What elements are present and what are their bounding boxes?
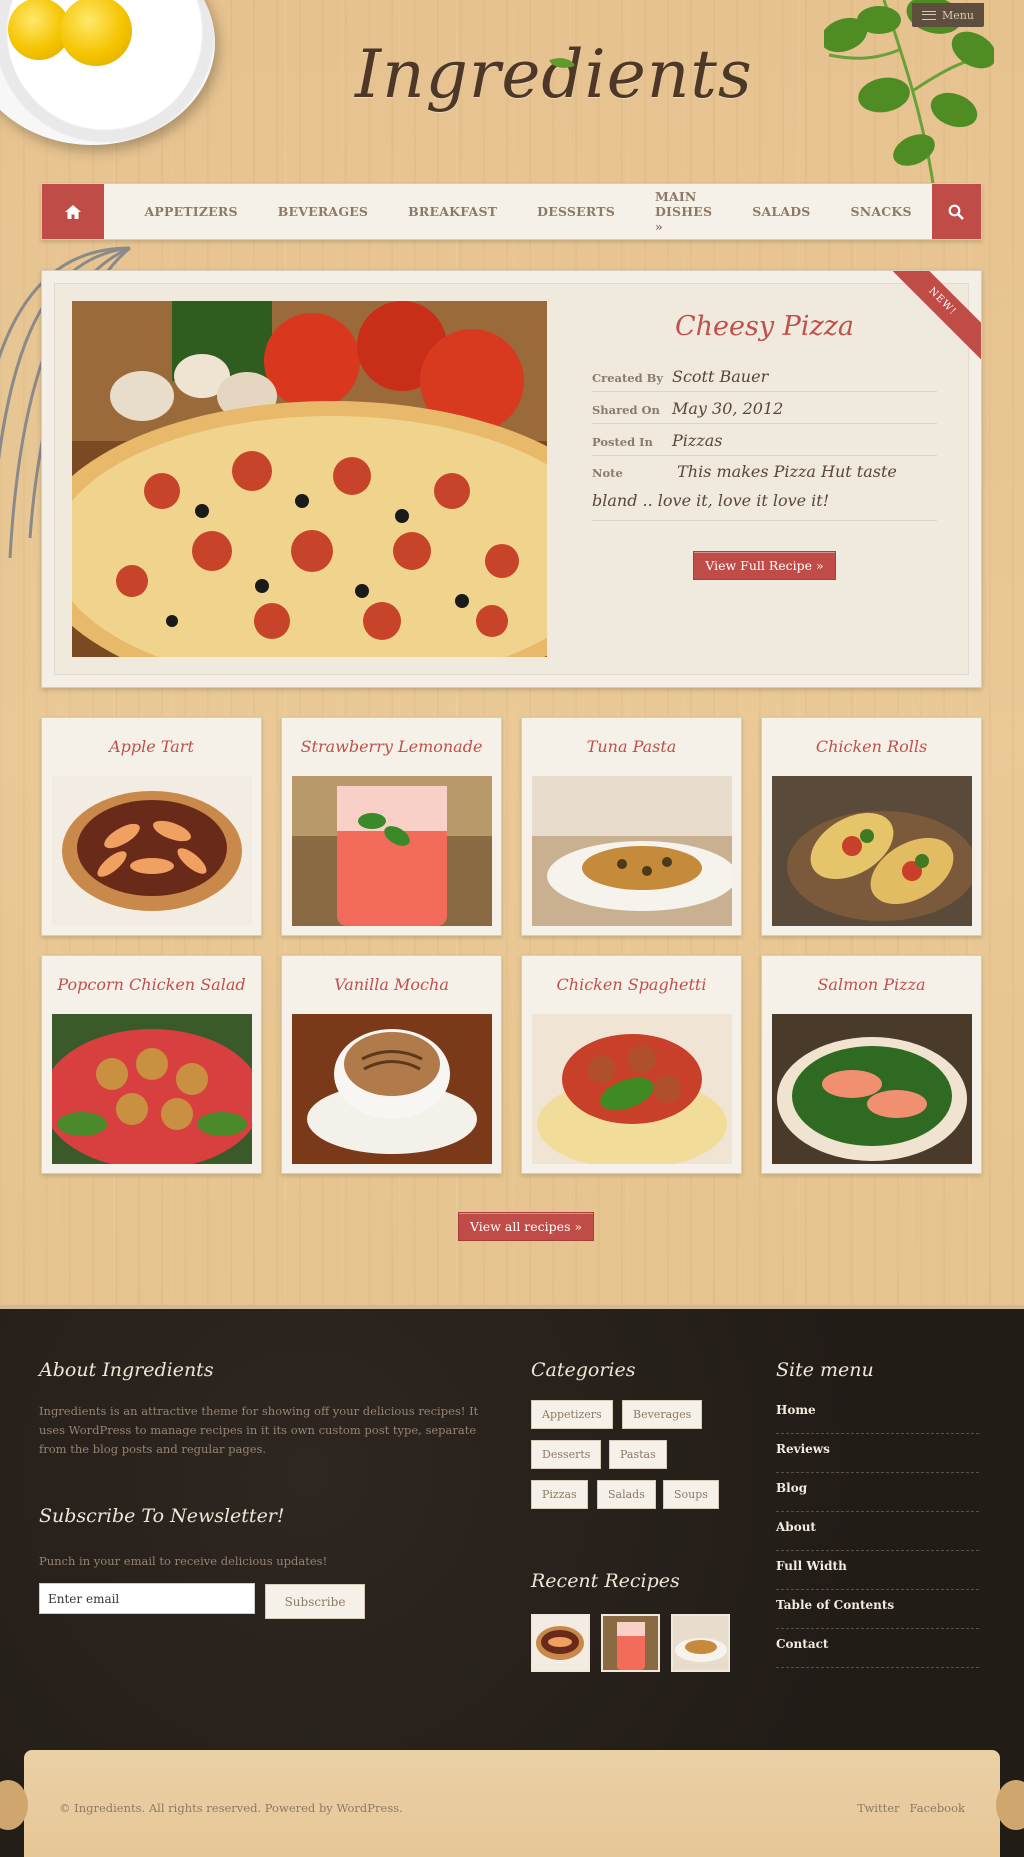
site-logo[interactable]: Ingredients [355,36,753,113]
recipe-card-photo[interactable] [532,1014,732,1164]
recipe-card[interactable]: Salmon Pizza [761,955,982,1174]
recipe-card[interactable]: Apple Tart [41,717,262,936]
nav-item-salads[interactable]: SALADS [732,204,830,219]
recipe-card[interactable]: Chicken Rolls [761,717,982,936]
featured-recipe-photo[interactable] [72,301,547,657]
social-links: Twitter Facebook [857,1801,965,1815]
meta-label: Created By [592,371,664,385]
meta-note: Note This makes Pizza Hut taste bland ..… [592,456,937,521]
site-menu-item-table-of-contents[interactable]: Table of Contents [776,1590,979,1629]
meta-value: Scott Bauer [672,367,769,386]
featured-recipe: NEW! Cheesy Pizza Created By Scott Bauer… [41,270,982,688]
parsley-decoration [824,0,994,190]
recipe-card[interactable]: Vanilla Mocha [281,955,502,1174]
recipe-card-photo[interactable] [292,1014,492,1164]
recipe-card-photo[interactable] [52,776,252,926]
recent-recipe-thumb[interactable] [531,1614,590,1672]
page: Menu Ingredients APPETIZERS BEVERAGES BR… [0,0,1024,1857]
meta-label: Posted In [592,435,653,449]
recipe-card-title[interactable]: Tuna Pasta [522,737,741,759]
recipe-card-photo[interactable] [532,776,732,926]
meta-shared-on: Shared On May 30, 2012 [592,392,937,424]
about-heading: About Ingredients [39,1359,214,1381]
menu-toggle-label: Menu [942,8,974,22]
nav-item-desserts[interactable]: DESSERTS [517,204,635,219]
meta-created-by: Created By Scott Bauer [592,360,937,392]
bottom-bar: © Ingredients. All rights reserved. Powe… [0,1750,1024,1857]
view-full-recipe-button[interactable]: View Full Recipe » [693,551,836,580]
copyright: © Ingredients. All rights reserved. Powe… [59,1801,403,1815]
site-menu-item-blog[interactable]: Blog [776,1473,979,1512]
category-tag[interactable]: Soups [663,1480,719,1509]
menu-toggle-button[interactable]: Menu [912,3,984,27]
nav-item-snacks[interactable]: SNACKS [831,204,932,219]
recipe-card-photo[interactable] [292,776,492,926]
site-menu-item-about[interactable]: About [776,1512,979,1551]
recipe-card-title[interactable]: Chicken Spaghetti [522,975,741,997]
recipe-card-title[interactable]: Chicken Rolls [762,737,981,759]
hamburger-icon [922,10,937,20]
view-all-recipes-button-wrap: View all recipes » [458,1212,595,1241]
featured-recipe-info: Cheesy Pizza Created By Scott Bauer Shar… [592,311,937,580]
recipe-card-photo[interactable] [772,1014,972,1164]
recipe-card-photo[interactable] [772,776,972,926]
main-nav: APPETIZERS BEVERAGES BREAKFAST DESSERTS … [41,183,982,240]
category-tag[interactable]: Desserts [531,1440,602,1469]
subscribe-button[interactable]: Subscribe [265,1584,365,1619]
recipe-card[interactable]: Chicken Spaghetti [521,955,742,1174]
egg-plate-decoration [0,0,215,145]
recent-recipes-heading: Recent Recipes [531,1570,680,1592]
site-menu-item-contact[interactable]: Contact [776,1629,979,1668]
recipe-card[interactable]: Tuna Pasta [521,717,742,936]
recent-recipe-thumb[interactable] [671,1614,730,1672]
site-menu-heading: Site menu [776,1359,874,1381]
meta-value[interactable]: Pizzas [672,431,723,450]
email-input[interactable] [39,1583,255,1614]
site-menu-item-reviews[interactable]: Reviews [776,1434,979,1473]
recipe-card-title[interactable]: Apple Tart [42,737,261,759]
recipe-card-title[interactable]: Vanilla Mocha [282,975,501,997]
categories-heading: Categories [531,1359,636,1381]
recipe-card[interactable]: Popcorn Chicken Salad [41,955,262,1174]
search-button[interactable] [931,184,981,239]
meta-posted-in: Posted In Pizzas [592,424,937,456]
view-all-recipes-button[interactable]: View all recipes » [458,1212,595,1241]
nav-items: APPETIZERS BEVERAGES BREAKFAST DESSERTS … [104,184,931,239]
nav-item-appetizers[interactable]: APPETIZERS [124,204,257,219]
newsletter-text: Punch in your email to receive delicious… [39,1554,328,1568]
meta-label: Shared On [592,403,660,417]
newsletter-heading: Subscribe To Newsletter! [39,1505,285,1527]
category-tag[interactable]: Pastas [609,1440,667,1469]
nav-item-main-dishes[interactable]: MAIN DISHES » [635,189,732,234]
search-icon [948,204,965,220]
site-menu-item-home[interactable]: Home [776,1395,979,1434]
featured-recipe-title[interactable]: Cheesy Pizza [592,311,937,342]
category-tag[interactable]: Beverages [622,1400,703,1429]
recipe-card-title[interactable]: Salmon Pizza [762,975,981,997]
twitter-link[interactable]: Twitter [857,1801,899,1815]
category-tag[interactable]: Pizzas [531,1480,588,1509]
site-menu: Home Reviews Blog About Full Width Table… [776,1395,979,1668]
home-icon [65,204,82,219]
recipe-card-title[interactable]: Strawberry Lemonade [282,737,501,759]
recipe-card[interactable]: Strawberry Lemonade [281,717,502,936]
recipe-card-photo[interactable] [52,1014,252,1164]
category-tag[interactable]: Salads [597,1480,656,1509]
site-menu-item-full-width[interactable]: Full Width [776,1551,979,1590]
meta-value: May 30, 2012 [672,399,784,418]
recent-recipe-thumb[interactable] [601,1614,660,1672]
meta-label: Note [592,466,623,480]
about-text: Ingredients is an attractive theme for s… [39,1404,479,1456]
nav-item-beverages[interactable]: BEVERAGES [258,204,388,219]
category-tag[interactable]: Appetizers [531,1400,613,1429]
nav-item-breakfast[interactable]: BREAKFAST [388,204,517,219]
facebook-link[interactable]: Facebook [910,1801,965,1815]
recipe-card-title[interactable]: Popcorn Chicken Salad [42,975,261,997]
home-button[interactable] [42,184,105,239]
